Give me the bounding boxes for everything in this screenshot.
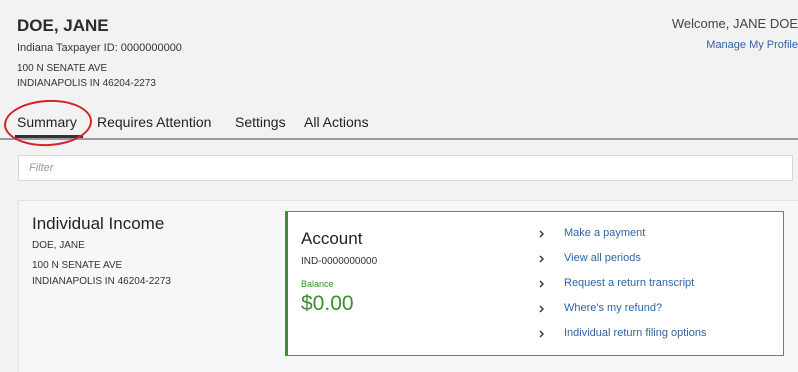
link-label: Request a return transcript: [564, 277, 695, 289]
filter-input[interactable]: [18, 155, 793, 181]
account-id: IND-0000000000: [301, 256, 378, 267]
card-title: Individual Income: [32, 214, 165, 233]
tab-all-actions[interactable]: All Actions: [304, 114, 369, 130]
card-taxpayer-name: DOE, JANE: [32, 240, 85, 251]
tab-requires-attention[interactable]: Requires Attention: [97, 114, 211, 130]
chevron-right-icon: [539, 255, 544, 263]
link-label: Where's my refund?: [564, 302, 663, 314]
link-label: View all periods: [564, 252, 641, 264]
taxpayer-address-line2: INDIANAPOLIS IN 46204-2273: [17, 78, 156, 89]
chevron-right-icon: [539, 280, 544, 288]
taxpayer-id: Indiana Taxpayer ID: 0000000000: [17, 42, 182, 54]
chevron-right-icon: [539, 305, 544, 313]
card-address-line2: INDIANAPOLIS IN 46204-2273: [32, 276, 171, 287]
tab-settings[interactable]: Settings: [235, 114, 286, 130]
chevron-right-icon: [539, 230, 544, 238]
tab-summary[interactable]: Summary: [17, 114, 77, 130]
balance-label: Balance: [301, 279, 334, 289]
balance-value: $0.00: [301, 292, 354, 315]
chevron-right-icon: [539, 330, 544, 338]
link-label: Make a payment: [564, 227, 646, 239]
account-title: Account: [301, 229, 363, 248]
taxpayer-address-line1: 100 N SENATE AVE: [17, 63, 108, 74]
card-address-line1: 100 N SENATE AVE: [32, 260, 123, 271]
active-tab-indicator: [15, 135, 83, 138]
welcome-message: Welcome, JANE DOE: [671, 16, 798, 31]
manage-profile-link[interactable]: Manage My Profile: [706, 39, 798, 51]
link-label: Individual return filing options: [564, 327, 707, 339]
taxpayer-name: DOE, JANE: [17, 16, 109, 35]
tab-bar: Summary Requires Attention Settings All …: [0, 108, 798, 140]
taxpayer-header: DOE, JANE Indiana Taxpayer ID: 000000000…: [0, 0, 798, 110]
